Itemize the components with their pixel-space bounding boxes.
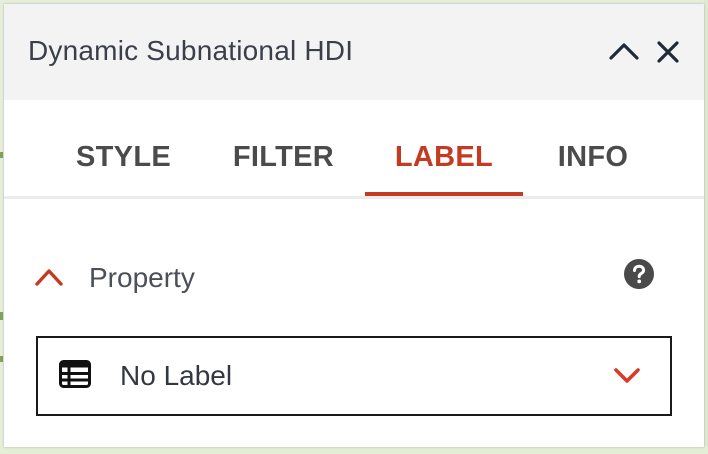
chevron-down-icon[interactable] [612, 364, 642, 388]
property-section-heading[interactable]: Property [89, 262, 195, 294]
tab-style[interactable]: STYLE [56, 100, 191, 196]
select-value: No Label [120, 360, 233, 391]
map-feature [0, 152, 3, 158]
tabs-divider [4, 196, 704, 199]
table-icon [59, 360, 91, 388]
chevron-up-icon[interactable] [608, 36, 640, 68]
panel-header: Dynamic Subnational HDI [4, 4, 704, 100]
layer-panel: Dynamic Subnational HDI STYLE FILTER LAB… [4, 4, 704, 447]
label-property-select[interactable]: No Label [36, 336, 672, 416]
help-icon[interactable] [623, 258, 655, 290]
map-edge-right [704, 0, 708, 454]
chevron-up-icon[interactable] [34, 262, 66, 290]
map-feature [0, 356, 3, 362]
map-edge-bottom [0, 446, 708, 454]
tab-info[interactable]: INFO [534, 100, 652, 196]
tab-filter[interactable]: FILTER [216, 100, 351, 196]
tab-label[interactable]: LABEL [365, 100, 523, 196]
map-feature [0, 312, 3, 320]
panel-title: Dynamic Subnational HDI [28, 35, 354, 66]
close-icon[interactable] [652, 36, 684, 68]
tab-bar: STYLE FILTER LABEL INFO [4, 100, 704, 200]
